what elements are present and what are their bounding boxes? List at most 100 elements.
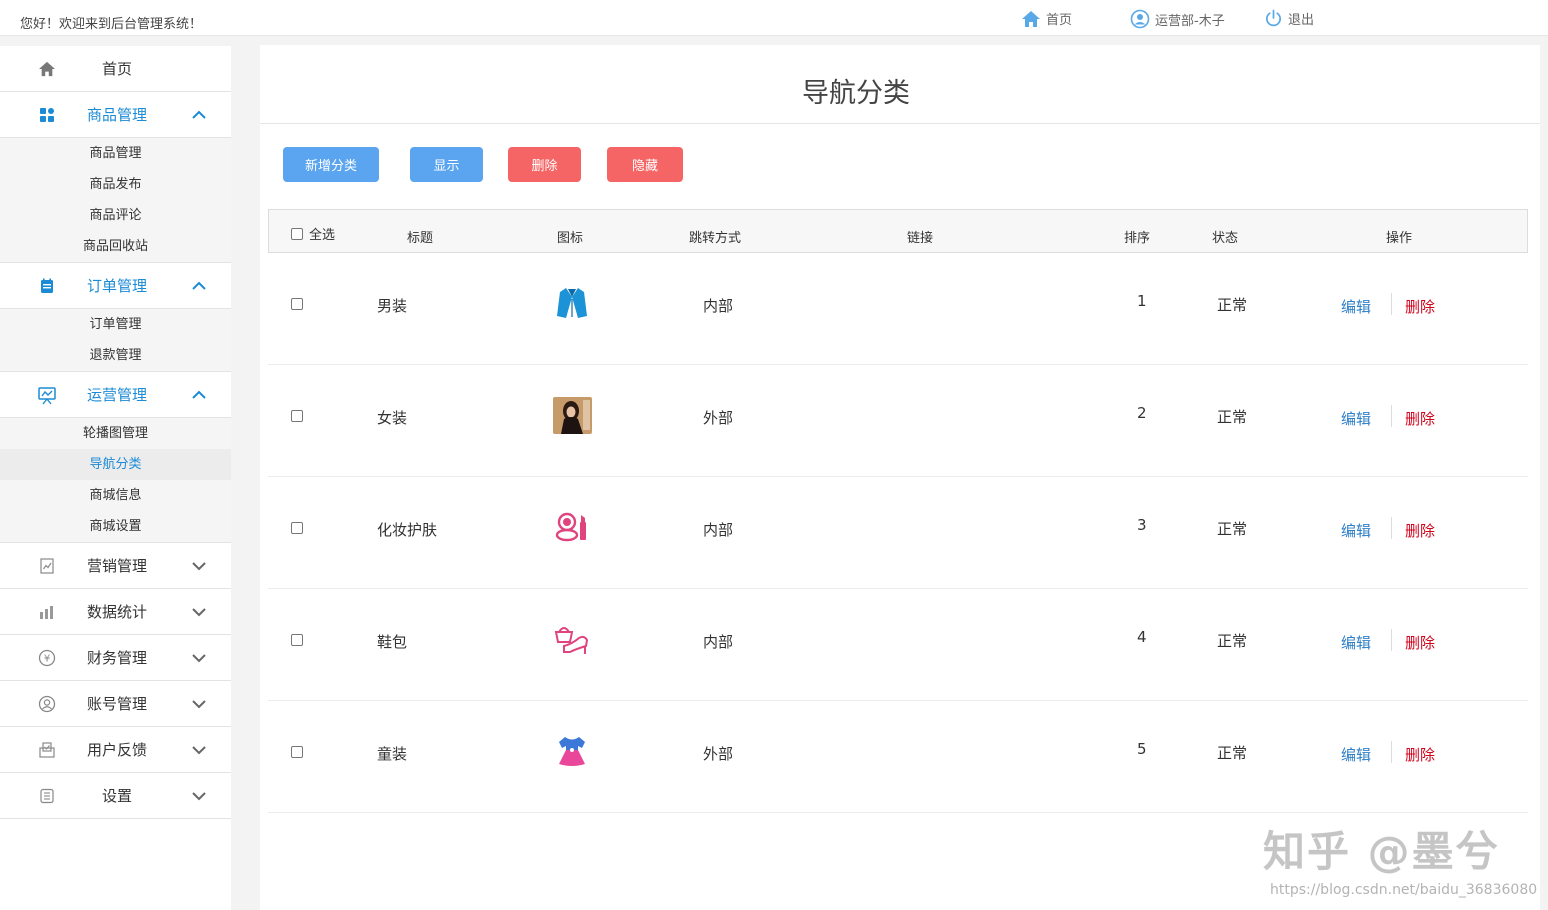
row-title: 童装 — [377, 745, 408, 763]
sidebar-group-marketing[interactable]: 营销管理 — [0, 543, 231, 589]
row-sort: 2 — [1137, 404, 1147, 422]
chevron-down-icon — [192, 746, 206, 755]
row-sort: 3 — [1137, 516, 1147, 534]
header-sort: 排序 — [1124, 231, 1151, 246]
row-checkbox[interactable] — [291, 634, 303, 646]
edit-link[interactable]: 编辑 — [1341, 520, 1371, 541]
row-status: 正常 — [1217, 296, 1248, 314]
row-title: 化妆护肤 — [377, 521, 438, 539]
row-jump: 内部 — [703, 633, 734, 651]
top-home-link[interactable]: 首页 — [1021, 9, 1072, 28]
table-row: 男装 内部 1 正常 编辑 删除 — [268, 253, 1528, 365]
sidebar-group-feedback[interactable]: 用户反馈 — [0, 727, 231, 773]
top-logout-link[interactable]: 退出 — [1264, 9, 1314, 28]
top-bar: 您好！欢迎来到后台管理系统！ 首页 运营部-木子 退出 — [0, 0, 1548, 36]
sidebar-item-mall-info[interactable]: 商城信息 — [0, 480, 231, 511]
sidebar-group-settings[interactable]: 设置 — [0, 773, 231, 819]
sidebar-item-orders-manage[interactable]: 订单管理 — [0, 309, 231, 340]
user-icon — [1130, 9, 1150, 29]
row-status: 正常 — [1217, 408, 1248, 426]
row-sort: 5 — [1137, 740, 1147, 758]
sidebar-group-accounts[interactable]: 账号管理 — [0, 681, 231, 727]
delete-link[interactable]: 删除 — [1405, 744, 1435, 765]
edit-link[interactable]: 编辑 — [1341, 744, 1371, 765]
title-divider — [260, 123, 1540, 124]
chevron-down-icon — [192, 654, 206, 663]
sidebar-group-finance[interactable]: ¥ 财务管理 — [0, 635, 231, 681]
sidebar-group-statistics[interactable]: 数据统计 — [0, 589, 231, 635]
ops-divider — [1391, 517, 1392, 539]
delete-button[interactable]: 删除 — [508, 147, 581, 182]
header-ops: 操作 — [1386, 231, 1413, 246]
sidebar-group-goods[interactable]: 商品管理 — [0, 92, 231, 138]
table-row: 童装 外部 5 正常 编辑 删除 — [268, 701, 1528, 813]
kids-dress-icon — [552, 731, 592, 771]
sidebar-item-label: 首页 — [101, 60, 132, 78]
header-jump: 跳转方式 — [689, 231, 742, 246]
top-user-link[interactable]: 运营部-木子 — [1130, 9, 1225, 29]
sidebar-group-operations[interactable]: 运营管理 — [0, 372, 231, 418]
power-icon — [1266, 9, 1281, 27]
sidebar-item-refunds[interactable]: 退款管理 — [0, 340, 231, 371]
top-user-label: 运营部-木子 — [1155, 13, 1225, 29]
sidebar-group-orders[interactable]: 订单管理 — [0, 263, 231, 309]
select-all[interactable]: 全选 — [291, 224, 335, 243]
sidebar-item-goods-publish[interactable]: 商品发布 — [0, 169, 231, 200]
row-checkbox[interactable] — [291, 522, 303, 534]
chevron-up-icon — [192, 390, 206, 399]
add-category-button[interactable]: 新增分类 — [283, 147, 379, 182]
ops-divider — [1391, 741, 1392, 763]
select-all-checkbox[interactable] — [291, 227, 303, 240]
sidebar-item-nav-category[interactable]: 导航分类 — [0, 449, 231, 480]
watermark-url: https://blog.csdn.net/baidu_36836080 — [1270, 882, 1538, 898]
row-checkbox[interactable] — [291, 746, 303, 758]
row-jump: 内部 — [703, 521, 734, 539]
delete-link[interactable]: 删除 — [1405, 520, 1435, 541]
row-jump: 内部 — [703, 297, 734, 315]
table-row: 化妆护肤 内部 3 正常 编辑 删除 — [268, 477, 1528, 589]
delete-link[interactable]: 删除 — [1405, 408, 1435, 429]
submenu-orders: 订单管理 退款管理 — [0, 309, 231, 372]
delete-link[interactable]: 删除 — [1405, 632, 1435, 653]
show-button[interactable]: 显示 — [410, 147, 483, 182]
row-checkbox[interactable] — [291, 298, 303, 310]
home-icon — [1022, 10, 1040, 27]
shoe-bag-icon — [552, 619, 592, 659]
row-status: 正常 — [1217, 744, 1248, 762]
edit-link[interactable]: 编辑 — [1341, 632, 1371, 653]
submenu-operations: 轮播图管理 导航分类 商城信息 商城设置 — [0, 418, 231, 543]
header-title: 标题 — [407, 231, 434, 246]
sidebar-item-goods-recycle[interactable]: 商品回收站 — [0, 231, 231, 262]
page-title: 导航分类 — [802, 78, 910, 109]
sidebar-item-mall-settings[interactable]: 商城设置 — [0, 511, 231, 542]
table-header: 全选 标题 图标 跳转方式 链接 排序 状态 操作 — [268, 209, 1528, 253]
row-status: 正常 — [1217, 520, 1248, 538]
edit-link[interactable]: 编辑 — [1341, 408, 1371, 429]
watermark-brand: 知乎 @墨兮 — [1263, 827, 1500, 876]
top-home-label: 首页 — [1046, 13, 1073, 28]
chevron-down-icon — [192, 608, 206, 617]
table-row: 女装 外部 2 正常 编辑 删除 — [268, 365, 1528, 477]
top-logout-label: 退出 — [1288, 13, 1315, 28]
edit-link[interactable]: 编辑 — [1341, 296, 1371, 317]
row-sort: 1 — [1137, 292, 1147, 310]
header-link: 链接 — [907, 231, 934, 246]
row-jump: 外部 — [703, 409, 734, 427]
row-checkbox[interactable] — [291, 410, 303, 422]
select-all-label: 全选 — [309, 228, 336, 243]
ops-divider — [1391, 293, 1392, 315]
hide-button[interactable]: 隐藏 — [607, 147, 683, 182]
row-sort: 4 — [1137, 628, 1147, 646]
chevron-down-icon — [192, 562, 206, 571]
mens-jacket-icon — [552, 283, 592, 323]
sidebar-item-goods-manage[interactable]: 商品管理 — [0, 138, 231, 169]
submenu-goods: 商品管理 商品发布 商品评论 商品回收站 — [0, 138, 231, 263]
delete-link[interactable]: 删除 — [1405, 296, 1435, 317]
greeting-text: 您好！欢迎来到后台管理系统！ — [20, 17, 203, 32]
chevron-down-icon — [192, 700, 206, 709]
ops-divider — [1391, 405, 1392, 427]
sidebar-item-goods-comments[interactable]: 商品评论 — [0, 200, 231, 231]
main-panel: 导航分类 新增分类 显示 删除 隐藏 全选 标题 图标 跳转方式 链接 排序 状… — [260, 45, 1540, 910]
sidebar-item-home[interactable]: 首页 — [0, 46, 231, 92]
sidebar-item-carousel[interactable]: 轮播图管理 — [0, 418, 231, 449]
